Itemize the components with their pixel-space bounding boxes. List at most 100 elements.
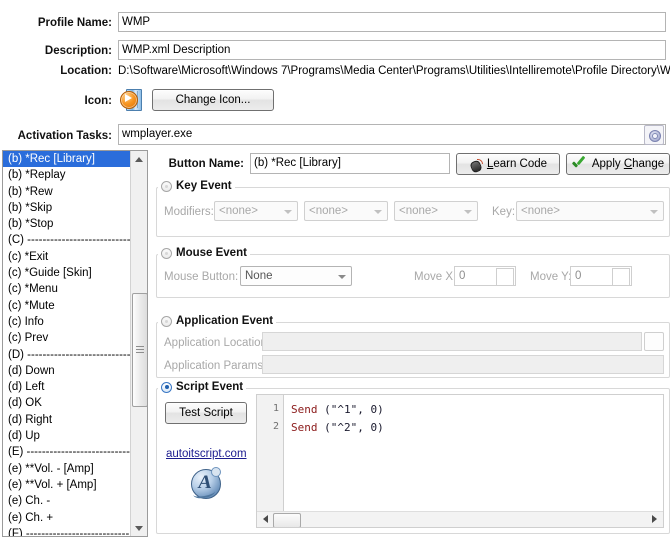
list-item[interactable]: (b) *Rew xyxy=(3,184,131,200)
application-event-title: Application Event xyxy=(176,315,274,327)
apply-change-button-label: Apply Change xyxy=(591,158,665,170)
hscroll-thumb[interactable] xyxy=(273,513,301,527)
list-item[interactable]: (d) Left xyxy=(3,379,131,395)
radio-icon xyxy=(161,381,172,393)
button-name-label: Button Name: xyxy=(168,158,244,170)
check-icon xyxy=(572,158,587,170)
mouse-button-value: None xyxy=(245,270,273,282)
key-event-title: Key Event xyxy=(176,180,232,192)
list-item[interactable]: (e) **Vol. - [Amp] xyxy=(3,461,131,477)
profile-name-label: Profile Name: xyxy=(37,17,112,29)
list-item[interactable]: (c) Prev xyxy=(3,330,131,346)
description-input[interactable]: WMP.xml Description xyxy=(118,40,666,60)
autoitscript-link[interactable]: autoitscript.com xyxy=(166,448,247,460)
change-icon-button-label: Change Icon... xyxy=(175,94,251,106)
modifiers-label: Modifiers: xyxy=(164,206,214,218)
modifier-2-select[interactable]: <none> xyxy=(304,201,388,221)
activation-tasks-gear-icon[interactable] xyxy=(644,125,664,145)
modifier-3-value: <none> xyxy=(399,205,439,217)
autoit-logo: A xyxy=(189,466,223,500)
key-label: Key: xyxy=(492,206,516,218)
location-label: Location: xyxy=(60,65,112,77)
line-number: 2 xyxy=(272,421,279,432)
mouse-event-radio[interactable]: Mouse Event xyxy=(158,247,250,259)
list-item[interactable]: (b) *Replay xyxy=(3,167,131,183)
application-location-browse-button[interactable] xyxy=(644,332,664,351)
move-x-label: Move X: xyxy=(414,271,457,283)
learn-code-button-label: Learn Code xyxy=(486,158,548,170)
modifier-2-value: <none> xyxy=(309,205,349,217)
list-item[interactable]: (c) Info xyxy=(3,314,131,330)
mouse-button-select[interactable]: None xyxy=(240,266,352,286)
activation-tasks-input[interactable]: wmplayer.exe xyxy=(118,124,666,145)
event-editor-panel: Button Name: (b) *Rec [Library] Learn Co… xyxy=(152,150,670,537)
modifier-1-select[interactable]: <none> xyxy=(214,201,298,221)
list-item[interactable]: (b) *Rec [Library] xyxy=(3,151,131,168)
scroll-right-icon[interactable] xyxy=(647,512,661,526)
change-icon-button[interactable]: Change Icon... xyxy=(152,89,274,111)
move-y-spin-buttons[interactable] xyxy=(612,268,630,286)
list-item[interactable]: (b) *Skip xyxy=(3,200,131,216)
key-event-radio[interactable]: Key Event xyxy=(158,180,235,192)
profile-editor-window: Profile Name: WMP Description: WMP.xml D… xyxy=(0,0,672,539)
scroll-up-icon[interactable] xyxy=(131,151,147,167)
script-line[interactable]: 1 Send ("^1", 0) xyxy=(257,403,663,421)
profile-name-input[interactable]: WMP xyxy=(118,12,666,32)
script-event-title: Script Event xyxy=(176,381,244,393)
list-item[interactable]: (d) Down xyxy=(3,363,131,379)
list-item[interactable]: (C) --------------------------- xyxy=(3,232,131,248)
move-y-value: 0 xyxy=(575,270,582,282)
activation-tasks-label: Activation Tasks: xyxy=(17,130,112,142)
apply-change-button[interactable]: Apply Change xyxy=(566,153,670,175)
profile-form: Profile Name: WMP Description: WMP.xml D… xyxy=(0,0,672,148)
location-value: D:\Software\Microsoft\Windows 7\Programs… xyxy=(118,65,670,77)
list-item[interactable]: (E) --------------------------- xyxy=(3,444,131,460)
list-item[interactable]: (D) --------------------------- xyxy=(3,347,131,363)
list-item[interactable]: (c) *Exit xyxy=(3,249,131,265)
script-line[interactable]: 2 Send ("^2", 0) xyxy=(257,421,663,439)
scroll-down-icon[interactable] xyxy=(131,520,147,536)
radio-icon xyxy=(161,180,172,192)
script-event-radio[interactable]: Script Event xyxy=(158,381,247,393)
list-item[interactable]: (e) **Vol. + [Amp] xyxy=(3,477,131,493)
script-editor[interactable]: 1 Send ("^1", 0) 2 Send ("^2", 0) xyxy=(256,394,664,528)
button-list-items: (b) *Rec [Library] (b) *Replay (b) *Rew (b)… xyxy=(3,151,131,536)
button-list-scrollbar[interactable] xyxy=(130,151,147,536)
list-item[interactable]: (d) OK xyxy=(3,395,131,411)
test-script-button[interactable]: Test Script xyxy=(165,402,247,424)
list-item[interactable]: (c) *Menu xyxy=(3,281,131,297)
scrollbar-thumb[interactable] xyxy=(132,293,147,407)
button-name-input[interactable]: (b) *Rec [Library] xyxy=(250,153,450,174)
move-x-stepper[interactable]: 0 xyxy=(454,266,516,286)
wmp-icon xyxy=(120,88,142,111)
application-event-radio[interactable]: Application Event xyxy=(158,315,277,327)
application-location-label: Application Location: xyxy=(164,337,271,349)
mouse-icon xyxy=(469,158,483,173)
key-select[interactable]: <none> xyxy=(516,201,664,221)
application-params-input[interactable] xyxy=(262,355,664,374)
scroll-left-icon[interactable] xyxy=(258,512,272,526)
list-item[interactable]: (d) Right xyxy=(3,412,131,428)
description-label: Description: xyxy=(44,45,112,57)
list-item[interactable]: (d) Up xyxy=(3,428,131,444)
list-item[interactable]: (c) *Mute xyxy=(3,298,131,314)
move-x-spin-buttons[interactable] xyxy=(496,268,514,286)
move-x-value: 0 xyxy=(459,270,466,282)
list-item[interactable]: (c) *Guide [Skin] xyxy=(3,265,131,281)
list-item[interactable]: (b) *Stop xyxy=(3,216,131,232)
move-y-label: Move Y: xyxy=(530,271,572,283)
button-list[interactable]: (b) *Rec [Library] (b) *Replay (b) *Rew (b)… xyxy=(2,150,148,537)
list-item[interactable]: (e) Ch. + xyxy=(3,510,131,526)
script-horizontal-scrollbar[interactable] xyxy=(257,511,663,527)
modifier-1-value: <none> xyxy=(219,205,259,217)
list-item[interactable]: (F) --------------------------- xyxy=(3,526,131,536)
application-location-input[interactable] xyxy=(262,332,642,351)
key-value: <none> xyxy=(521,205,561,217)
learn-code-button[interactable]: Learn Code xyxy=(456,153,560,175)
line-number: 1 xyxy=(272,403,279,414)
move-y-stepper[interactable]: 0 xyxy=(570,266,632,286)
application-params-label: Application Params: xyxy=(164,360,267,372)
radio-icon xyxy=(161,247,172,259)
modifier-3-select[interactable]: <none> xyxy=(394,201,478,221)
list-item[interactable]: (e) Ch. - xyxy=(3,493,131,509)
